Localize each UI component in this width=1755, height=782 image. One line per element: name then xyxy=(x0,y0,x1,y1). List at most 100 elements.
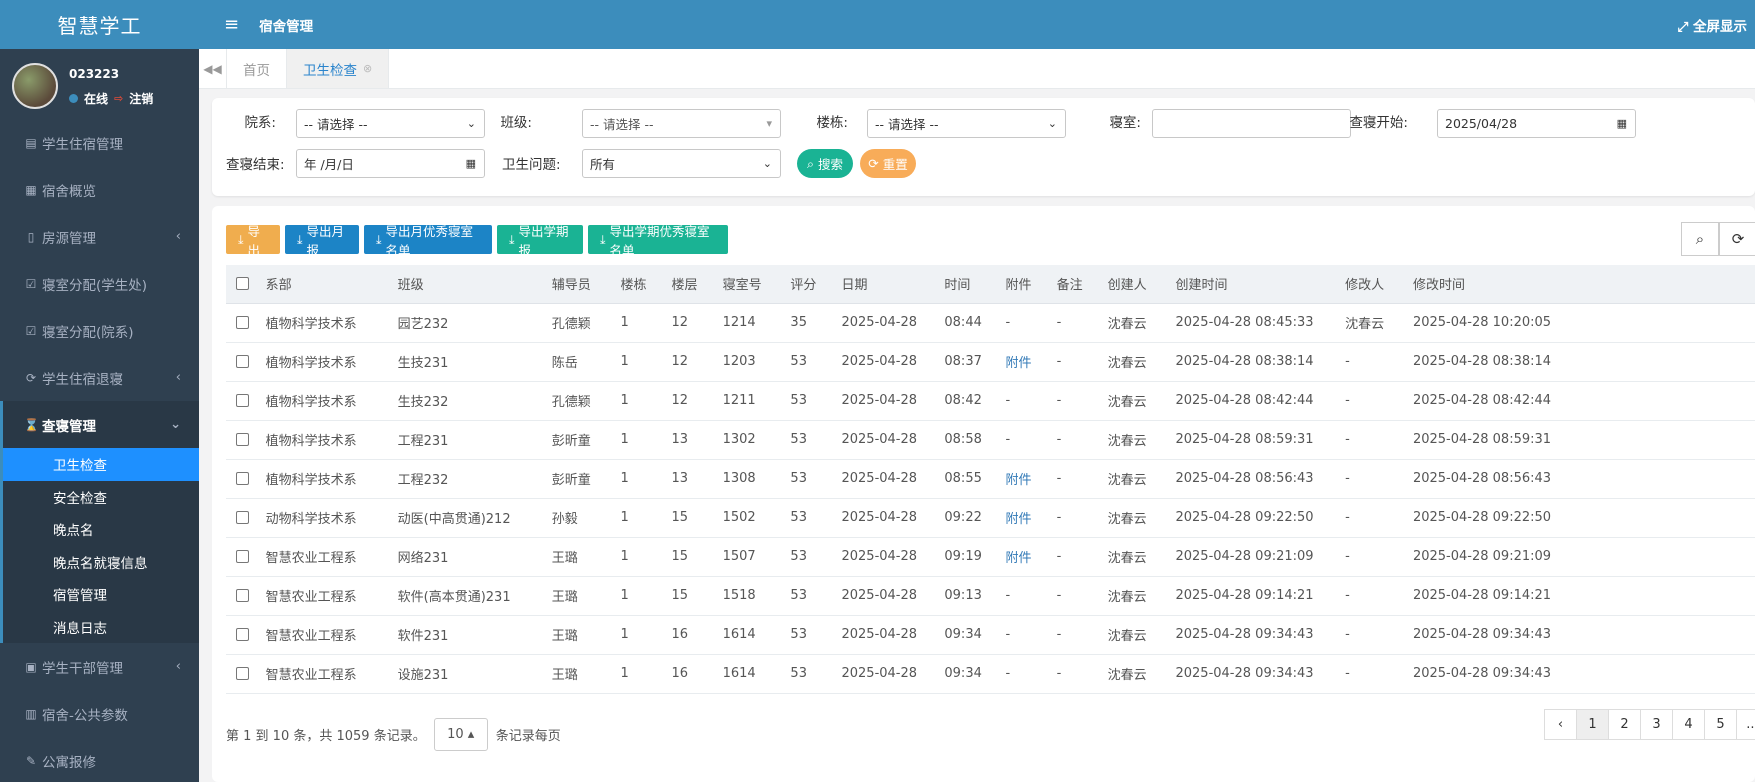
table-cell: 沈春云 xyxy=(1097,654,1166,694)
submenu-dorm-admin[interactable]: 宿管管理 xyxy=(3,578,199,611)
sidebar-item-label: 宿舍-公共参数 xyxy=(42,707,128,724)
room-input[interactable] xyxy=(1152,109,1351,138)
building-select[interactable]: -- 请选择 -- ⌄ xyxy=(867,109,1066,138)
export-month-excellent-button[interactable]: ⤓ 导出月优秀寝室名单 xyxy=(364,224,492,258)
table-cell: 1203 xyxy=(712,342,781,382)
row-checkbox[interactable] xyxy=(226,654,256,694)
col-header[interactable]: 时间 xyxy=(934,265,996,304)
table-cell: - xyxy=(1335,498,1403,538)
submenu-safety-check[interactable]: 安全检查 xyxy=(3,481,199,514)
logout-icon[interactable]: ⇨ xyxy=(114,92,123,105)
attachment-link[interactable]: 附件 xyxy=(995,498,1047,538)
col-header[interactable]: 评分 xyxy=(780,265,832,304)
end-date-input[interactable]: 年 /月/日 ▦ xyxy=(296,149,485,178)
attachment-link[interactable]: 附件 xyxy=(995,537,1047,577)
col-header[interactable]: 辅导员 xyxy=(541,265,611,304)
calendar-icon[interactable]: ▦ xyxy=(466,157,476,170)
refresh-icon[interactable]: ⟳ xyxy=(1719,222,1755,256)
col-header[interactable]: 创建人 xyxy=(1097,265,1166,304)
page-prev[interactable]: ‹ xyxy=(1544,709,1577,740)
col-header[interactable]: 备注 xyxy=(1046,265,1098,304)
avatar[interactable] xyxy=(12,63,58,109)
tab-home[interactable]: 首页 xyxy=(227,49,287,88)
submenu-hygiene-check[interactable]: 卫生检查 xyxy=(3,448,199,481)
sidebar-item-student-housing[interactable]: ▤ 学生住宿管理 xyxy=(0,119,199,166)
export-term-button[interactable]: ⤓ 导出学期报 xyxy=(497,224,583,258)
sidebar-item-housing-source[interactable]: ▯ 房源管理 ‹ xyxy=(0,213,199,260)
table-tools: ⌕ ⟳ xyxy=(1681,222,1755,256)
col-header[interactable]: 创建时间 xyxy=(1165,265,1336,304)
start-date-input[interactable]: 2025/04/28 ▦ xyxy=(1437,109,1636,138)
page-link[interactable]: 4 xyxy=(1672,709,1705,740)
col-header[interactable]: 系部 xyxy=(255,265,388,304)
submenu-message-log[interactable]: 消息日志 xyxy=(3,611,199,644)
row-checkbox[interactable] xyxy=(226,342,256,382)
submenu-roll-call[interactable]: 晚点名 xyxy=(3,513,199,546)
reset-button[interactable]: ⟳ 重置 xyxy=(860,149,916,178)
close-tab-icon[interactable]: ⊗ xyxy=(363,62,372,75)
sidebar-item-public-params[interactable]: ▥ 宿舍-公共参数 xyxy=(0,690,199,737)
page-link[interactable]: 1 xyxy=(1576,709,1609,740)
tab-hygiene-check[interactable]: 卫生检查 ⊗ xyxy=(287,49,390,88)
hygiene-issue-select[interactable]: 所有 ⌄ xyxy=(582,149,781,178)
attachment-link[interactable]: 附件 xyxy=(995,342,1047,382)
col-header[interactable]: 楼栋 xyxy=(610,265,662,304)
inspection-table: 系部 班级 辅导员 楼栋 楼层 寝室号 评分 日期 时间 附件 备注 创建人 创… xyxy=(226,265,1755,694)
sidebar-item-room-assign-office[interactable]: ☑ 寝室分配(学生处) xyxy=(0,260,199,307)
table-cell: 沈春云 xyxy=(1097,381,1166,421)
row-checkbox[interactable] xyxy=(226,576,256,616)
row-checkbox[interactable] xyxy=(226,615,256,655)
sidebar-item-inspection[interactable]: ⌛ 查寝管理 ⌄ xyxy=(0,401,199,448)
select-all-checkbox[interactable] xyxy=(226,265,256,304)
col-header[interactable]: 附件 xyxy=(995,265,1047,304)
row-checkbox[interactable] xyxy=(226,303,256,343)
col-header[interactable]: 楼层 xyxy=(661,265,713,304)
col-header[interactable]: 修改人 xyxy=(1335,265,1403,304)
page-link[interactable]: 3 xyxy=(1640,709,1673,740)
col-header[interactable]: 寝室号 xyxy=(712,265,781,304)
table-cell: - xyxy=(995,420,1047,460)
dept-select[interactable]: -- 请选择 -- ⌄ xyxy=(296,109,485,138)
row-checkbox[interactable] xyxy=(226,498,256,538)
sidebar-item-room-assign-dept[interactable]: ☑ 寝室分配(院系) xyxy=(0,307,199,354)
sidebar-item-dorm-overview[interactable]: ▦ 宿舍概览 xyxy=(0,166,199,213)
logout-link[interactable]: 注销 xyxy=(129,90,153,107)
page-link[interactable]: 2 xyxy=(1608,709,1641,740)
sidebar-item-cadre[interactable]: ▣ 学生干部管理 ‹ xyxy=(0,643,199,690)
table-cell: 2025-04-28 08:59:31 xyxy=(1402,420,1755,460)
hamburger-menu-icon[interactable]: ≡ xyxy=(224,14,239,35)
search-button[interactable]: ⌕ 搜索 xyxy=(797,149,853,178)
class-select[interactable]: -- 请选择 -- ▾ xyxy=(582,109,781,138)
table-row: 植物科学技术系 工程232 彭昕童 1 13 1308 53 2025-04-28 08:55 附… xyxy=(226,459,1755,499)
table-cell: 王璐 xyxy=(541,576,611,616)
sidebar-item-checkout[interactable]: ⟳ 学生住宿退寝 ‹ xyxy=(0,354,199,401)
submenu-roll-call-info[interactable]: 晚点名就寝信息 xyxy=(3,546,199,579)
table-cell: 1 xyxy=(610,576,662,616)
table-cell: 1 xyxy=(610,498,662,538)
page-size-select[interactable]: 10 ▴ xyxy=(433,718,488,751)
end-date-value: 年 /月/日 xyxy=(304,157,354,172)
col-header[interactable]: 班级 xyxy=(387,265,542,304)
attachment-link[interactable]: 附件 xyxy=(995,459,1047,499)
tab-label: 首页 xyxy=(243,62,270,79)
col-header[interactable]: 修改时间 xyxy=(1402,265,1755,304)
export-month-button[interactable]: ⤓ 导出月报 xyxy=(285,224,359,258)
page-link[interactable]: 5 xyxy=(1704,709,1737,740)
row-checkbox[interactable] xyxy=(226,381,256,421)
room-label: 寝室: xyxy=(1109,115,1141,131)
export-term-excellent-button[interactable]: ⤓ 导出学期优秀寝室名单 xyxy=(588,224,728,258)
table-cell: 2025-04-28 xyxy=(831,537,935,577)
fullscreen-button[interactable]: ⤢ 全屏显示 xyxy=(1678,15,1748,35)
row-checkbox[interactable] xyxy=(226,459,256,499)
search-icon[interactable]: ⌕ xyxy=(1681,222,1719,256)
tab-scroll-left-icon[interactable]: ◀◀ xyxy=(199,49,227,88)
user-status: 在线 ⇨ 注销 xyxy=(69,90,153,107)
col-header[interactable]: 日期 xyxy=(831,265,935,304)
row-checkbox[interactable] xyxy=(226,420,256,460)
export-button[interactable]: ⤓ 导出 xyxy=(226,224,280,258)
page-ellipsis[interactable]: ... xyxy=(1736,709,1755,740)
reset-button-label: 重置 xyxy=(882,157,908,172)
row-checkbox[interactable] xyxy=(226,537,256,577)
calendar-icon[interactable]: ▦ xyxy=(1617,117,1627,130)
sidebar-item-repair[interactable]: ✎ 公寓报修 xyxy=(0,737,199,782)
